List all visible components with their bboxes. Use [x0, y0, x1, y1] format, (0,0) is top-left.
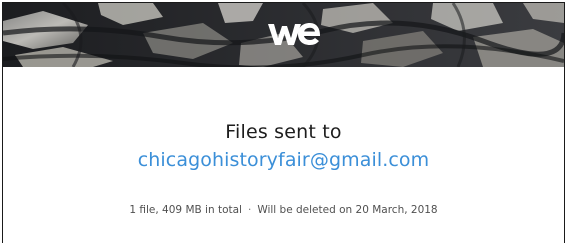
files-sent-heading: Files sent to [225, 121, 342, 143]
recipient-email[interactable]: chicagohistoryfair@gmail.com [3, 149, 564, 171]
confirmation-content: Files sent to chicagohistoryfair@gmail.c… [3, 67, 564, 243]
header-banner [3, 3, 564, 67]
transfer-confirmation-panel: Files sent to chicagohistoryfair@gmail.c… [2, 2, 565, 243]
wetransfer-logo-icon[interactable] [266, 18, 322, 50]
file-summary: 1 file, 409 MB in total [129, 204, 242, 216]
separator-dot: · [247, 204, 252, 216]
expiry-notice: Will be deleted on 20 March, 2018 [257, 204, 438, 216]
transfer-details: 1 file, 409 MB in total · Will be deleted … [3, 204, 564, 216]
